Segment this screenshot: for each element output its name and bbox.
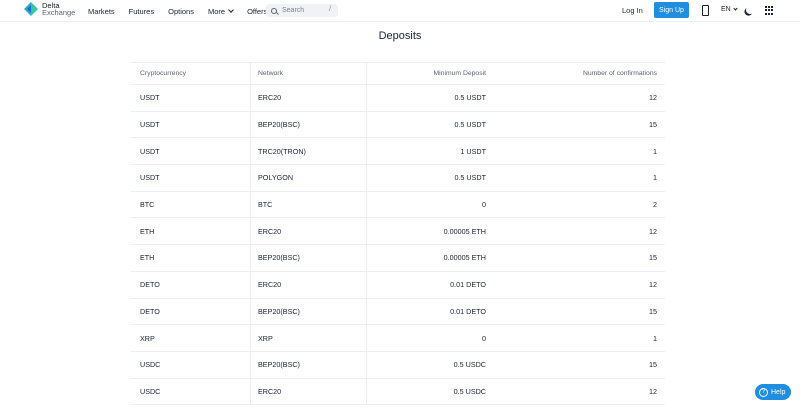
- nav-markets[interactable]: Markets: [88, 7, 115, 16]
- phone-icon[interactable]: [702, 5, 709, 16]
- cell-cryptocurrency: DETO: [140, 280, 160, 290]
- table-row: XRP XRP 0 1: [130, 325, 665, 352]
- cell-cryptocurrency: USDC: [140, 386, 161, 396]
- header-cryptocurrency: Cryptocurrency: [140, 70, 187, 77]
- cell-cryptocurrency: USDT: [140, 93, 160, 103]
- table-row: ETH ERC20 0.00005 ETH 12: [130, 218, 665, 246]
- language-label: EN: [721, 6, 731, 13]
- nav-more-label: More: [207, 6, 226, 16]
- cell-confirmations: 12: [649, 280, 657, 290]
- cell-network: ERC20: [250, 218, 366, 245]
- cell-network: BEP20(BSC): [250, 298, 366, 325]
- deposits-table: Cryptocurrency Network Minimum Deposit N…: [130, 62, 665, 406]
- cell-cryptocurrency: USDT: [140, 173, 160, 183]
- table-row: USDT ERC20 0.5 USDT 12: [130, 85, 665, 112]
- cell-cryptocurrency: BTC: [140, 200, 155, 210]
- top-navbar: Delta Exchange Markets Futures Options M…: [0, 0, 800, 22]
- cell-network: BEP20(BSC): [250, 245, 366, 271]
- cell-confirmations: 1: [653, 173, 657, 183]
- header-network: Network: [250, 63, 366, 84]
- apps-grid-icon[interactable]: [765, 6, 774, 15]
- moon-icon[interactable]: [745, 5, 755, 15]
- table-header-row: Cryptocurrency Network Minimum Deposit N…: [130, 63, 665, 85]
- nav-futures[interactable]: Futures: [129, 7, 154, 16]
- help-icon: ?: [759, 387, 768, 397]
- language-selector[interactable]: EN: [721, 6, 738, 13]
- cell-cryptocurrency: ETH: [140, 226, 155, 236]
- cell-minimum-deposit: 0.5 USDT: [366, 165, 493, 191]
- cell-minimum-deposit: 0.01 DETO: [366, 271, 493, 298]
- cell-minimum-deposit: 0.01 DETO: [366, 298, 493, 325]
- table-row: USDC BEP20(BSC) 0.5 USDC 15: [130, 351, 665, 379]
- cell-confirmations: 15: [649, 253, 657, 263]
- brand-name-line2: Exchange: [42, 8, 76, 17]
- search-placeholder: Search: [282, 7, 305, 14]
- cell-confirmations: 12: [649, 93, 657, 103]
- nav-options[interactable]: Options: [168, 7, 194, 16]
- cell-network: ERC20: [250, 85, 366, 111]
- search-input[interactable]: Search /: [266, 4, 338, 17]
- cell-confirmations: 12: [649, 226, 657, 236]
- table-row: USDC ERC20 0.5 USDC 12: [130, 378, 665, 406]
- cell-minimum-deposit: 0: [366, 325, 493, 351]
- search-shortcut: /: [329, 6, 331, 13]
- help-label: Help: [771, 388, 786, 396]
- cell-cryptocurrency: XRP: [140, 333, 155, 343]
- cell-minimum-deposit: 0.5 USDT: [366, 85, 493, 111]
- main-nav: Markets Futures Options More Offers: [88, 0, 281, 22]
- cell-network: TRC20(TRON): [250, 138, 366, 165]
- cell-cryptocurrency: DETO: [140, 306, 160, 316]
- logo-icon: [24, 2, 38, 16]
- chevron-down-icon: [733, 6, 738, 11]
- table-row: USDT TRC20(TRON) 1 USDT 1: [130, 138, 665, 166]
- signup-button[interactable]: Sign Up: [654, 2, 689, 18]
- cell-cryptocurrency: ETH: [140, 253, 155, 263]
- cell-network: BTC: [250, 191, 366, 218]
- nav-more[interactable]: More: [207, 6, 234, 16]
- cell-minimum-deposit: 0.00005 ETH: [366, 218, 493, 245]
- brand-name: Delta Exchange: [42, 2, 76, 17]
- table-row: USDT BEP20(BSC) 0.5 USDT 15: [130, 111, 665, 139]
- table-row: DETO ERC20 0.01 DETO 12: [130, 271, 665, 299]
- login-link[interactable]: Log In: [622, 6, 643, 15]
- cell-confirmations: 1: [653, 146, 657, 156]
- table-body: USDT ERC20 0.5 USDT 12 USDT BEP20(BSC) 0.5 USD…: [130, 85, 665, 406]
- cell-network: XRP: [250, 325, 366, 351]
- header-confirmations: Number of confirmations: [582, 70, 657, 77]
- table-row: USDT POLYGON 0.5 USDT 1: [130, 165, 665, 192]
- cell-confirmations: 15: [649, 306, 657, 316]
- table-row: DETO BEP20(BSC) 0.01 DETO 15: [130, 298, 665, 326]
- cell-minimum-deposit: 0.5 USDT: [366, 111, 493, 138]
- page-title: Deposits: [378, 30, 422, 42]
- cell-cryptocurrency: USDT: [140, 146, 160, 156]
- table-row: ETH BEP20(BSC) 0.00005 ETH 15: [130, 245, 665, 272]
- cell-minimum-deposit: 0.5 USDC: [366, 351, 493, 378]
- cell-confirmations: 1: [653, 333, 657, 343]
- cell-network: POLYGON: [250, 165, 366, 191]
- cell-confirmations: 15: [649, 120, 657, 130]
- cell-network: ERC20: [250, 378, 366, 405]
- cell-minimum-deposit: 0.00005 ETH: [366, 245, 493, 271]
- cell-network: BEP20(BSC): [250, 111, 366, 138]
- table-row: BTC BTC 0 2: [130, 191, 665, 219]
- cell-confirmations: 2: [653, 200, 657, 210]
- cell-minimum-deposit: 1 USDT: [366, 138, 493, 165]
- search-icon: [271, 7, 277, 14]
- cell-minimum-deposit: 0: [366, 191, 493, 218]
- cell-network: ERC20: [250, 271, 366, 298]
- cell-network: BEP20(BSC): [250, 351, 366, 378]
- help-button[interactable]: ? Help: [755, 384, 791, 400]
- cell-cryptocurrency: USDT: [140, 120, 160, 130]
- nav-offers[interactable]: Offers: [247, 7, 267, 16]
- chevron-down-icon: [228, 6, 234, 13]
- cell-minimum-deposit: 0.5 USDC: [366, 378, 493, 405]
- cell-confirmations: 12: [649, 386, 657, 396]
- brand-logo[interactable]: Delta Exchange: [24, 2, 75, 16]
- header-minimum-deposit: Minimum Deposit: [366, 63, 493, 84]
- cell-confirmations: 15: [649, 360, 657, 370]
- cell-cryptocurrency: USDC: [140, 360, 161, 370]
